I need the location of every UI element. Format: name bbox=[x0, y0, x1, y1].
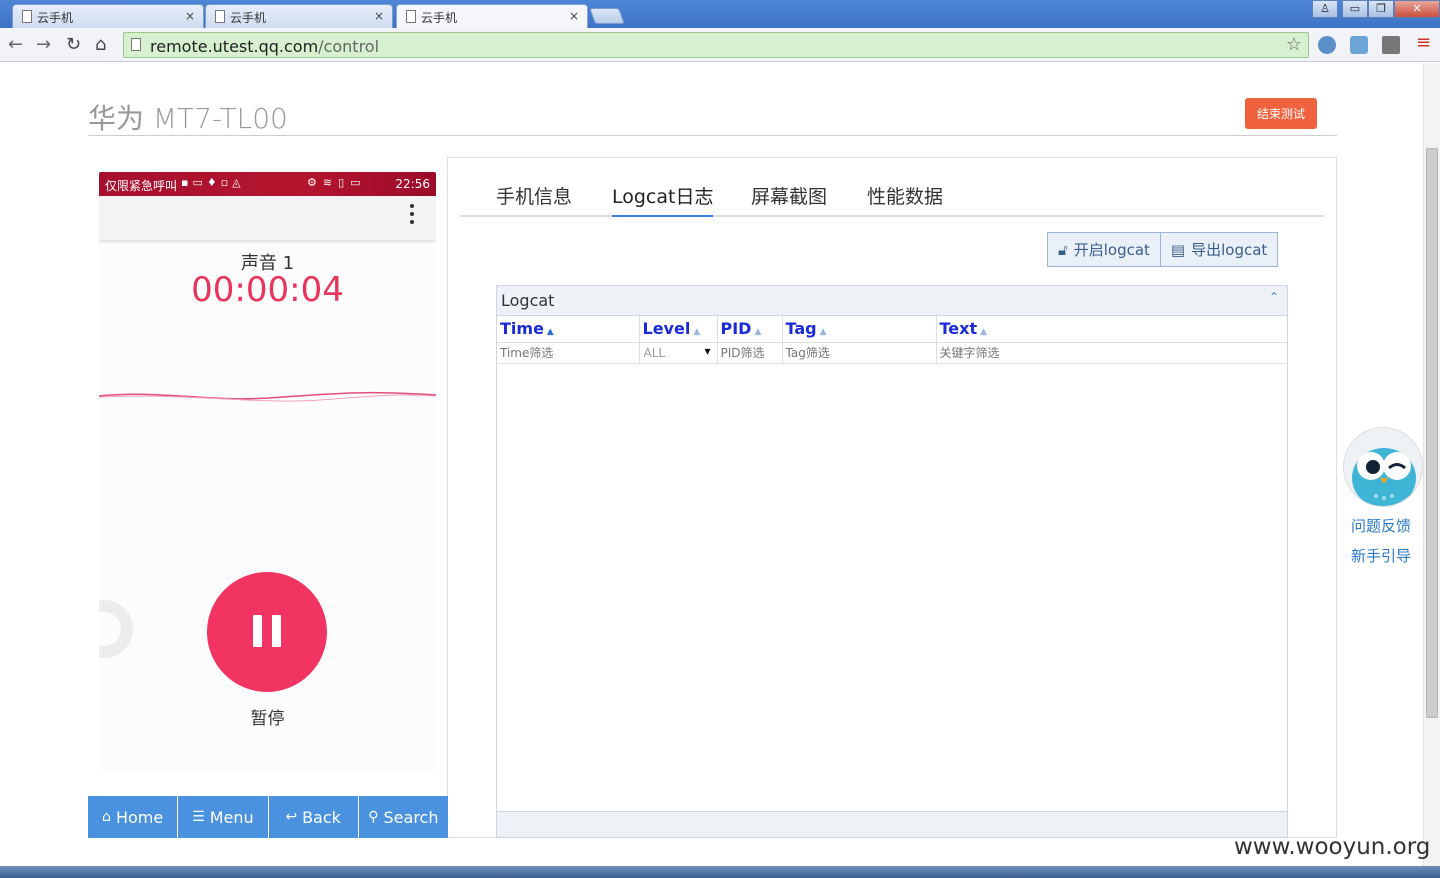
owl-mascot-icon[interactable] bbox=[1343, 427, 1423, 507]
scrollbar-thumb[interactable] bbox=[1426, 148, 1438, 718]
sort-icon: ▲ bbox=[693, 327, 701, 338]
minimize-button[interactable]: ▭ bbox=[1342, 0, 1368, 18]
page-icon bbox=[131, 38, 141, 51]
address-bar[interactable]: remote.utest.qq.com/control ☆ bbox=[123, 32, 1309, 58]
guide-link[interactable]: 新手引导 bbox=[1351, 545, 1411, 566]
page-scrollbar[interactable] bbox=[1423, 63, 1440, 878]
browser-tab-bar: 云手机 × 云手机 × 云手机 × ♙ ▭ ❐ ✕ bbox=[0, 0, 1440, 28]
bookmark-star-icon[interactable]: ☆ bbox=[1286, 34, 1302, 55]
sort-icon: ▲ bbox=[819, 327, 827, 338]
end-test-button[interactable]: 结束测试 bbox=[1245, 98, 1317, 129]
logcat-actions: 🔓︎ 开启logcat ▤ 导出logcat bbox=[1047, 232, 1279, 267]
collapse-icon[interactable]: ⌃ bbox=[1269, 290, 1279, 304]
restore-button[interactable]: ❐ bbox=[1368, 0, 1394, 18]
browser-toolbar: ← → ↻ ⌂ remote.utest.qq.com/control ☆ ≡ bbox=[0, 28, 1440, 62]
page-icon bbox=[215, 10, 225, 23]
column-header-text[interactable]: Text ▲ bbox=[936, 316, 1287, 343]
sort-icon: ▲ bbox=[754, 327, 762, 338]
search-icon: ⚲ bbox=[368, 809, 379, 825]
side-ring-icon bbox=[99, 600, 133, 658]
title-divider bbox=[88, 135, 1337, 136]
menu-icon: ☰ bbox=[192, 809, 205, 825]
tab-screenshot[interactable]: 屏幕截图 bbox=[751, 182, 827, 209]
home-page-icon[interactable]: ⌂ bbox=[95, 34, 106, 55]
tab-performance[interactable]: 性能数据 bbox=[867, 182, 943, 209]
open-logcat-button[interactable]: 🔓︎ 开启logcat bbox=[1047, 232, 1161, 267]
os-taskbar bbox=[0, 866, 1440, 878]
pause-button[interactable] bbox=[207, 572, 327, 692]
text-filter-input[interactable] bbox=[936, 342, 1287, 363]
tag-filter-input[interactable] bbox=[782, 342, 936, 363]
page-icon bbox=[406, 10, 416, 23]
pid-filter-input[interactable] bbox=[717, 342, 782, 363]
status-text: 仅限紧急呼叫 bbox=[105, 179, 178, 193]
signal-icons: ⚙≋▯▭ bbox=[307, 176, 367, 189]
recorder-app-bar bbox=[99, 196, 436, 240]
phone-back-button[interactable]: ↩ Back bbox=[268, 796, 359, 838]
pause-label: 暂停 bbox=[250, 709, 285, 729]
browser-tab-1[interactable]: 云手机 × bbox=[12, 4, 204, 28]
watermark: www.wooyun.org bbox=[1234, 834, 1431, 860]
phone-menu-button[interactable]: ☰ Menu bbox=[178, 796, 269, 838]
logcat-header: Logcat ⌃ bbox=[497, 286, 1287, 316]
forward-arrow-icon[interactable]: → bbox=[36, 34, 51, 55]
column-header-pid[interactable]: PID ▲ bbox=[717, 316, 783, 343]
panel-tabs: 手机信息 Logcat日志 屏幕截图 性能数据 bbox=[460, 170, 1324, 217]
logcat-footer bbox=[497, 811, 1287, 837]
level-filter-select[interactable]: ALL bbox=[640, 343, 717, 363]
phone-search-button[interactable]: ⚲ Search bbox=[358, 796, 448, 838]
tab-phone-info[interactable]: 手机信息 bbox=[496, 182, 572, 209]
page-title: 华为 MT7-TL00 bbox=[88, 102, 288, 135]
logcat-table: Time▲ Level▲ PID▲ Tag▲ Text▲ ALL bbox=[497, 316, 1287, 364]
page-icon bbox=[22, 10, 32, 23]
extension-icon[interactable] bbox=[1318, 36, 1336, 54]
browser-tab-2[interactable]: 云手机 × bbox=[205, 4, 393, 28]
download-icon[interactable] bbox=[1382, 36, 1400, 54]
close-tab-icon[interactable]: × bbox=[185, 9, 195, 23]
reload-icon[interactable]: ↻ bbox=[66, 34, 81, 55]
status-time: 22:56 bbox=[395, 177, 430, 191]
new-tab-button[interactable] bbox=[589, 8, 625, 24]
recording-timer: 00:00:04 bbox=[191, 270, 344, 310]
phone-home-button[interactable]: ⌂ Home bbox=[88, 796, 179, 838]
close-tab-icon[interactable]: × bbox=[374, 9, 384, 23]
column-header-time[interactable]: Time ▲ bbox=[497, 316, 640, 343]
close-tab-icon[interactable]: × bbox=[569, 9, 579, 23]
extension-icon[interactable] bbox=[1350, 36, 1368, 54]
phone-panel: 仅限紧急呼叫 ▪▭♦▫◬ ⚙≋▯▭ 22:56 声音 1 00:00:04 暂停… bbox=[88, 157, 448, 838]
menu-icon[interactable]: ≡ bbox=[1416, 32, 1431, 53]
tab-logcat[interactable]: Logcat日志 bbox=[612, 182, 714, 217]
pause-icon bbox=[272, 615, 281, 647]
logcat-panel: Logcat ⌃ Time▲ Level▲ PID▲ Tag▲ Text▲ AL… bbox=[496, 285, 1288, 838]
column-header-level[interactable]: Level ▲ bbox=[639, 316, 718, 343]
browser-tab-3[interactable]: 云手机 × bbox=[396, 4, 588, 28]
close-window-button[interactable]: ✕ bbox=[1394, 0, 1440, 18]
owl-icon bbox=[1352, 448, 1416, 506]
document-icon: ▤ bbox=[1170, 240, 1186, 259]
export-logcat-button[interactable]: ▤ 导出logcat bbox=[1160, 232, 1279, 267]
column-header-tag[interactable]: Tag ▲ bbox=[782, 316, 937, 343]
waveform-icon bbox=[99, 391, 436, 402]
sort-icon: ▲ bbox=[546, 327, 554, 338]
url-text: remote.utest.qq.com/control bbox=[150, 37, 380, 56]
user-icon[interactable]: ♙ bbox=[1312, 0, 1338, 18]
back-icon: ↩ bbox=[285, 809, 298, 825]
feedback-link[interactable]: 问题反馈 bbox=[1351, 515, 1411, 536]
status-icons: ▪▭♦▫◬ bbox=[181, 176, 245, 189]
phone-screen[interactable]: 仅限紧急呼叫 ▪▭♦▫◬ ⚙≋▯▭ 22:56 声音 1 00:00:04 暂停 bbox=[99, 172, 436, 772]
phone-nav-bar: ⌂ Home ☰ Menu ↩ Back ⚲ Search bbox=[88, 796, 448, 838]
time-filter-input[interactable] bbox=[497, 342, 639, 363]
back-arrow-icon[interactable]: ← bbox=[8, 34, 23, 55]
more-options-icon[interactable] bbox=[410, 204, 414, 226]
home-icon: ⌂ bbox=[102, 809, 111, 825]
pause-icon bbox=[253, 615, 262, 647]
sort-icon: ▲ bbox=[980, 327, 988, 338]
unlock-icon: 🔓︎ bbox=[1058, 240, 1068, 259]
phone-status-bar: 仅限紧急呼叫 ▪▭♦▫◬ ⚙≋▯▭ 22:56 bbox=[99, 172, 436, 196]
